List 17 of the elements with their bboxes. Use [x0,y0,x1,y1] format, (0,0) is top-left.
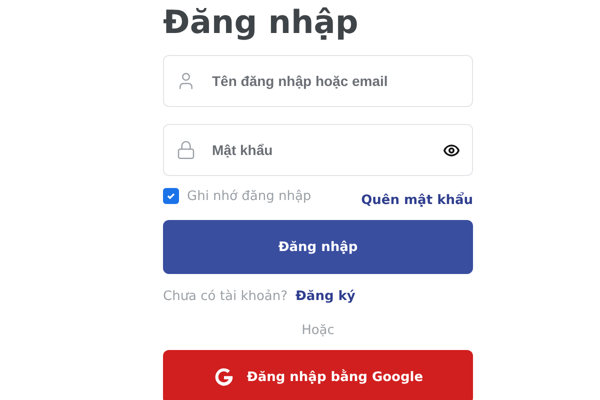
login-button[interactable]: Đăng nhập [163,220,473,274]
input-field[interactable]: Tên đăng nhập hoặc email [163,55,473,107]
checkbox-label: Ghi nhớ đăng nhập [187,188,312,204]
signup-prompt: Chưa có tài khoản? [163,288,288,304]
google-icon [212,366,235,388]
lock-icon [176,140,196,160]
divider-text: Hoặc [302,323,334,338]
check-icon [166,191,176,201]
eye-icon[interactable] [443,142,460,158]
forgot-password-link[interactable]: Quên mật khẩu [361,192,473,208]
input-field[interactable]: Mật khẩu [163,124,473,176]
username-input[interactable]: Tên đăng nhập hoặc email [210,59,460,103]
password-input[interactable]: Mật khẩu [210,128,429,172]
google-login-button[interactable]: Đăng nhập bằng Google [163,350,473,400]
signup-link[interactable]: Đăng ký [296,288,356,304]
page-title: Đăng nhập [163,2,360,43]
checkbox[interactable] [163,188,179,204]
